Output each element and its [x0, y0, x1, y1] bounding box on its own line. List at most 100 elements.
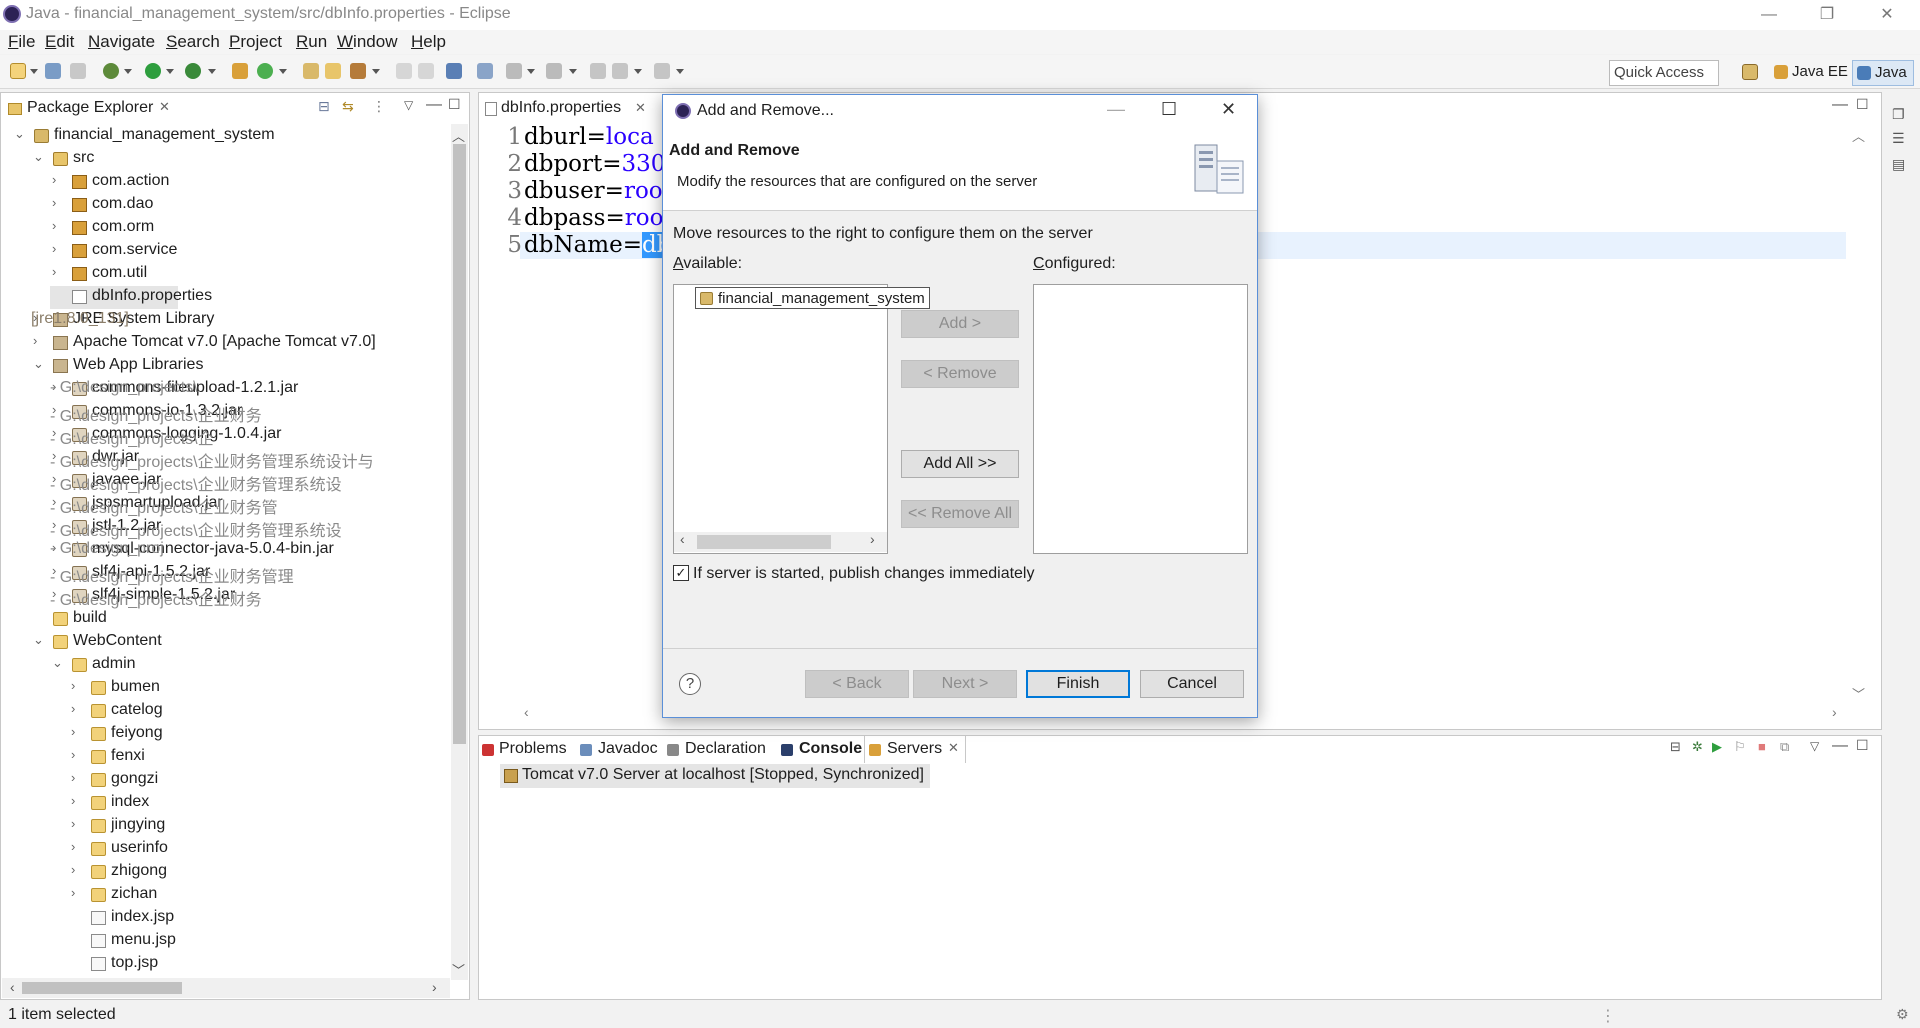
menu-help[interactable]: Help [411, 32, 446, 52]
last-edit-icon[interactable] [590, 63, 606, 79]
save-icon[interactable] [45, 63, 61, 79]
dialog-maximize-button[interactable]: ☐ [1161, 99, 1177, 120]
minimize-button[interactable]: — [1746, 2, 1792, 28]
new-class-dropdown-icon[interactable] [279, 69, 287, 74]
chevron-right-icon[interactable]: › [71, 747, 83, 762]
tab-problems[interactable]: Problems [482, 736, 567, 762]
view-menu-icon[interactable]: ⋮ [372, 98, 386, 115]
pin-icon[interactable] [477, 63, 493, 79]
tab-console[interactable]: Console [781, 736, 862, 762]
scroll-left-icon[interactable]: ‹ [10, 979, 15, 995]
outline-icon[interactable]: ▤ [1892, 156, 1905, 173]
menu-window[interactable]: Window [337, 32, 397, 52]
chevron-down-icon[interactable]: ⌄ [33, 356, 45, 372]
perspective-java[interactable]: Java [1852, 60, 1914, 86]
scroll-down-icon[interactable]: ﹀ [452, 960, 465, 979]
forward-icon[interactable] [654, 63, 670, 79]
server-entry[interactable]: Tomcat v7.0 Server at localhost [Stopped… [500, 764, 930, 788]
menu-search[interactable]: Search [166, 32, 220, 52]
prev-annotation-dropdown-icon[interactable] [569, 69, 577, 74]
tab-javadoc[interactable]: Javadoc [580, 736, 658, 762]
available-scroll-thumb[interactable] [697, 535, 831, 549]
open-type-icon[interactable] [303, 63, 319, 79]
scroll-up-icon[interactable]: ︿ [1852, 126, 1865, 145]
chevron-right-icon[interactable]: › [71, 770, 83, 785]
code-line[interactable]: 3dbuser=roo [500, 178, 662, 205]
menu-run[interactable]: Run [296, 32, 327, 52]
show-whitespace-icon[interactable] [446, 63, 462, 79]
open-perspective-icon[interactable] [1742, 64, 1758, 80]
search-dropdown-icon[interactable] [372, 69, 380, 74]
scroll-down-icon[interactable]: ﹀ [1852, 684, 1865, 703]
scroll-left-icon[interactable]: ‹ [680, 531, 685, 547]
minimize-view-icon[interactable]: — [1832, 737, 1848, 755]
prev-annotation-icon[interactable] [546, 63, 562, 79]
chevron-right-icon[interactable]: › [71, 724, 83, 739]
configured-list[interactable] [1033, 284, 1248, 554]
code-line[interactable]: 4dbpass=roo [500, 205, 663, 232]
debug-server-icon[interactable]: ✲ [1692, 739, 1703, 755]
tree-item[interactable]: dbInfo.properties [50, 286, 212, 309]
chevron-right-icon[interactable]: › [71, 701, 83, 716]
maximize-editor-icon[interactable]: ☐ [1856, 96, 1869, 113]
menu-navigate[interactable]: Navigate [88, 32, 155, 52]
debug-icon[interactable] [103, 63, 119, 79]
code-line[interactable]: 2dbport=330 [500, 151, 665, 178]
start-server-icon[interactable]: ▶ [1712, 739, 1722, 755]
tree-horizontal-scroll-thumb[interactable] [22, 982, 182, 994]
profile-server-icon[interactable]: ⚐ [1734, 739, 1746, 755]
chevron-right-icon[interactable]: › [71, 885, 83, 900]
chevron-down-icon[interactable]: ⌄ [14, 126, 26, 142]
new-icon[interactable] [10, 63, 26, 79]
available-item-project[interactable]: financial_management_system [695, 287, 930, 309]
minimize-editor-icon[interactable]: — [1832, 96, 1848, 114]
maximize-view-icon[interactable]: ☐ [448, 96, 461, 113]
search-tool-icon[interactable] [350, 63, 366, 79]
tree-vertical-scroll-thumb[interactable] [453, 144, 466, 744]
menu-edit[interactable]: Edit [45, 32, 74, 52]
chevron-right-icon[interactable]: › [33, 333, 45, 348]
chevron-down-icon[interactable]: ⌄ [33, 149, 45, 165]
add-all-button[interactable]: Add All >> [901, 450, 1019, 478]
chevron-right-icon[interactable]: › [71, 793, 83, 808]
close-icon[interactable]: ✕ [635, 100, 646, 116]
link-with-editor-icon[interactable]: ⇆ [342, 98, 354, 115]
next-annotation-dropdown-icon[interactable] [527, 69, 535, 74]
help-icon[interactable]: ? [679, 673, 701, 695]
dialog-minimize-button[interactable]: — [1107, 99, 1125, 120]
scroll-up-icon[interactable]: ︿ [452, 126, 465, 145]
scroll-left-icon[interactable]: ‹ [524, 704, 529, 720]
tab-declaration[interactable]: Declaration [667, 736, 766, 762]
menu-project[interactable]: Project [229, 32, 282, 52]
chevron-right-icon[interactable]: › [52, 195, 64, 210]
close-window-button[interactable]: ✕ [1864, 2, 1910, 28]
chevron-right-icon[interactable]: › [71, 816, 83, 831]
quick-access-input[interactable]: Quick Access [1609, 60, 1719, 86]
chevron-right-icon[interactable]: › [52, 218, 64, 233]
forward-dropdown-icon[interactable] [676, 69, 684, 74]
restore-button[interactable]: ❐ [1804, 2, 1850, 28]
available-list[interactable] [673, 284, 888, 554]
chevron-down-icon[interactable]: ⌄ [33, 632, 45, 648]
close-icon[interactable]: ✕ [948, 740, 959, 756]
chevron-right-icon[interactable]: › [71, 678, 83, 693]
back-dropdown-icon[interactable] [634, 69, 642, 74]
collapse-all-icon[interactable]: ⊟ [318, 98, 330, 115]
new-package-icon[interactable] [232, 63, 248, 79]
debug-dropdown-icon[interactable] [124, 69, 132, 74]
maximize-view-icon[interactable]: ☐ [1856, 737, 1869, 754]
chevron-down-icon[interactable]: ▽ [1810, 739, 1819, 753]
open-folder-icon[interactable] [325, 63, 341, 79]
task-list-icon[interactable]: ☰ [1892, 130, 1905, 147]
minimize-view-icon[interactable]: — [426, 96, 442, 114]
code-line[interactable]: 1dburl=loca [500, 124, 653, 151]
chevron-down-icon[interactable]: ▽ [404, 98, 413, 112]
dialog-close-button[interactable]: ✕ [1221, 99, 1236, 120]
next-annotation-icon[interactable] [506, 63, 522, 79]
run-icon[interactable] [145, 63, 161, 79]
code-line[interactable]: 5dbName=db [500, 232, 672, 259]
new-dropdown-icon[interactable] [30, 69, 38, 74]
package-explorer-tab[interactable]: Package Explorer ✕ [1, 93, 181, 123]
external-tools-icon[interactable] [185, 63, 201, 79]
new-class-icon[interactable] [257, 63, 273, 79]
